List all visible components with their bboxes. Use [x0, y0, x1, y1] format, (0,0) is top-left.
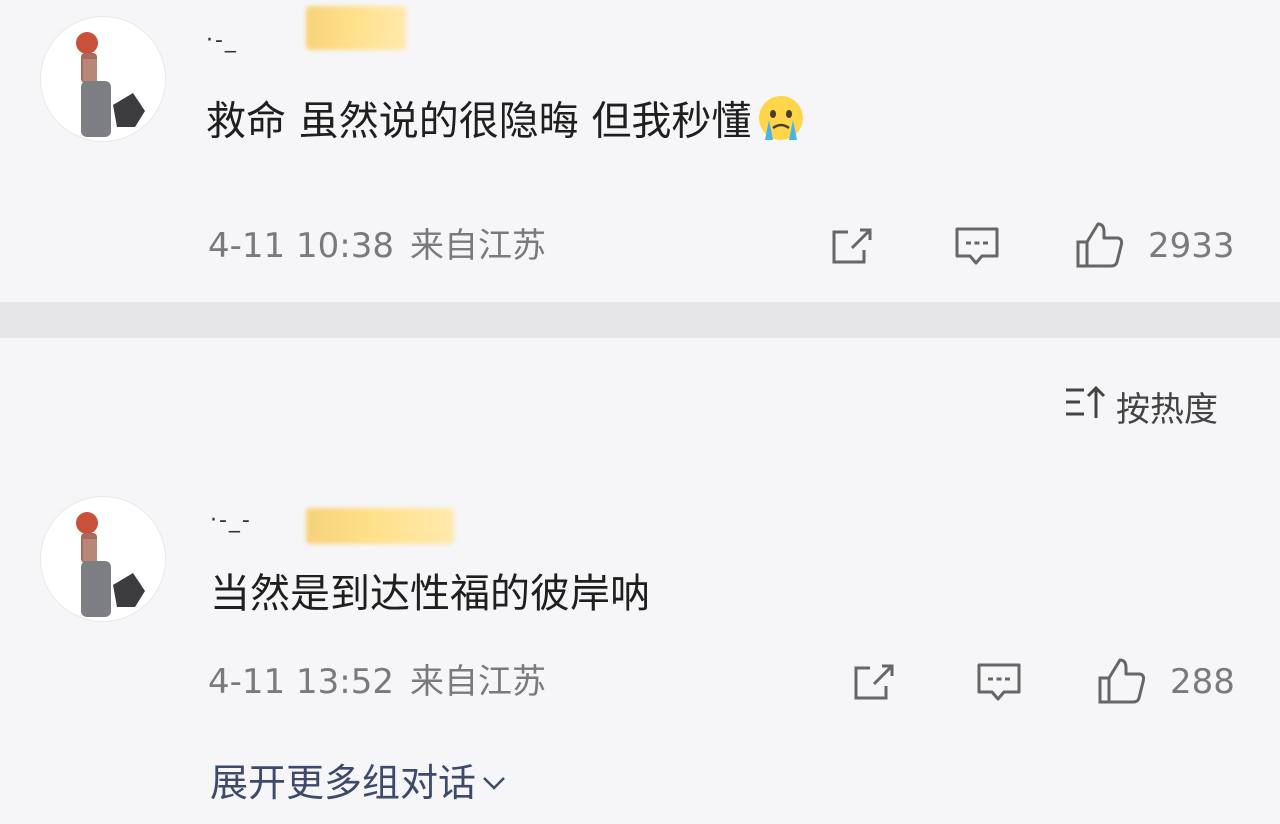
- share-icon[interactable]: [852, 662, 896, 706]
- thumbs-up-icon[interactable]: [1074, 220, 1126, 274]
- avatar[interactable]: [40, 496, 166, 622]
- comment-date: 4-11 10:38: [208, 226, 394, 266]
- sort-label: 按热度: [1116, 389, 1218, 430]
- expand-more-conversations-link[interactable]: 展开更多组对话: [210, 752, 508, 807]
- comment-location: 来自江苏: [409, 662, 546, 702]
- thumbs-up-icon[interactable]: [1096, 656, 1148, 710]
- avatar[interactable]: [40, 16, 166, 142]
- expand-label: 展开更多组对话: [210, 761, 477, 805]
- comment-text: 当然是到达性福的彼岸呐: [210, 571, 650, 617]
- username-prefix[interactable]: ·-_-: [210, 508, 252, 533]
- share-icon[interactable]: [830, 226, 874, 270]
- comment-meta: 4-11 13:52 来自江苏: [208, 662, 546, 702]
- comment-meta: 4-11 10:38 来自江苏: [208, 226, 546, 266]
- comment-list-page: ·-_ 救命 虽然说的很隐晦 但我秒懂 4-11 10:38 来自江苏 2933…: [0, 0, 1280, 824]
- username-redacted[interactable]: [306, 508, 454, 544]
- section-divider: [0, 302, 1280, 338]
- comment-location: 来自江苏: [409, 226, 546, 266]
- comment-icon[interactable]: [954, 226, 1000, 272]
- comment-text: 救命 虽然说的很隐晦 但我秒懂: [206, 92, 807, 155]
- username-redacted[interactable]: [306, 6, 406, 50]
- sort-by-popularity-toggle[interactable]: 按热度: [1064, 384, 1218, 430]
- comment-icon[interactable]: [976, 662, 1022, 708]
- crying-emoji-icon: [755, 92, 807, 155]
- comment-date: 4-11 13:52: [208, 662, 394, 702]
- comment-body: 救命 虽然说的很隐晦 但我秒懂: [206, 98, 752, 145]
- like-count: 2933: [1148, 226, 1235, 266]
- like-count: 288: [1170, 662, 1235, 702]
- username-prefix[interactable]: ·-_: [206, 28, 238, 53]
- comment-card: ·-_ 救命 虽然说的很隐晦 但我秒懂 4-11 10:38 来自江苏 2933: [0, 0, 1280, 302]
- chevron-down-icon: [476, 758, 508, 802]
- sort-icon: [1064, 384, 1116, 429]
